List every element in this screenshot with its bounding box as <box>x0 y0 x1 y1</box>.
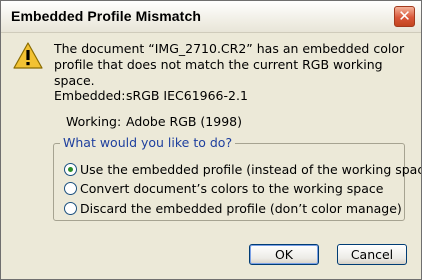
embedded-profile-row: Embedded: sRGB IEC61966-2.1 <box>54 88 248 103</box>
dialog: Embedded Profile Mismatch ✕ The document… <box>0 0 422 280</box>
option-label: Discard the embedded profile (don’t colo… <box>80 201 402 216</box>
close-icon: ✕ <box>398 7 411 25</box>
radio-convert[interactable] <box>64 182 77 195</box>
embedded-value: sRGB IEC61966-2.1 <box>126 88 248 103</box>
warning-icon <box>13 42 43 69</box>
option-label: Convert document’s colors to the working… <box>80 181 384 196</box>
mismatch-message: The document “IMG_2710.CR2” has an embed… <box>54 41 405 88</box>
embedded-label: Embedded: <box>54 88 126 103</box>
radio-use-embedded[interactable] <box>64 163 77 176</box>
cancel-button[interactable]: Cancel <box>337 244 407 265</box>
close-button[interactable]: ✕ <box>394 6 415 27</box>
working-value: Adobe RGB (1998) <box>126 114 242 129</box>
options-group: What would you like to do? Use the embed… <box>53 135 421 221</box>
working-profile-row: Working: Adobe RGB (1998) <box>66 114 242 129</box>
dialog-title: Embedded Profile Mismatch <box>11 8 201 24</box>
options-legend: What would you like to do? <box>60 135 236 150</box>
radio-discard[interactable] <box>64 202 77 215</box>
ok-button[interactable]: OK <box>249 244 319 265</box>
title-bar[interactable]: Embedded Profile Mismatch ✕ <box>1 1 421 33</box>
option-label: Use the embedded profile (instead of the… <box>80 162 422 177</box>
working-label: Working: <box>66 114 122 129</box>
